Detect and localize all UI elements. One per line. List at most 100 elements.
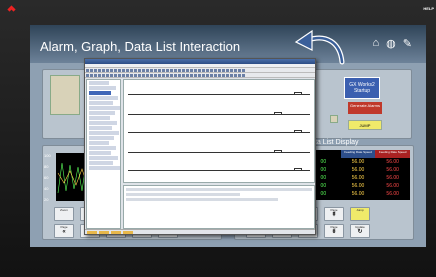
table-row[interactable]: 00 56.00 56.00 [306, 166, 410, 174]
gx-works2-startup-button[interactable]: GX Works2 Startup [344, 77, 380, 99]
toolbar-icon[interactable] [206, 69, 209, 72]
toolbar-icon[interactable] [242, 69, 245, 72]
toolbar-icon[interactable] [166, 74, 169, 77]
control-button-page[interactable]: Page ⇞ [324, 207, 344, 221]
table-row[interactable]: 00 56.00 56.00 [306, 182, 410, 190]
tree-item[interactable] [89, 131, 119, 135]
toolbar-icon[interactable] [202, 69, 205, 72]
toolbar-icon[interactable] [118, 69, 121, 72]
toolbar-icon[interactable] [194, 74, 197, 77]
tree-item[interactable] [89, 96, 118, 100]
toolbar-secondary[interactable] [85, 73, 315, 78]
toolbar-icon[interactable] [158, 69, 161, 72]
toolbar-icon[interactable] [234, 74, 237, 77]
toolbar-icon[interactable] [94, 69, 97, 72]
toolbar-icon[interactable] [130, 74, 133, 77]
toolbar-icon[interactable] [210, 69, 213, 72]
globe-icon[interactable]: ◍ [386, 37, 396, 50]
toolbar-icon[interactable] [226, 74, 229, 77]
toolbar-icon[interactable] [190, 74, 193, 77]
toolbar-icon[interactable] [222, 69, 225, 72]
toolbar-icon[interactable] [102, 74, 105, 77]
ladder-editor[interactable] [123, 79, 315, 183]
toolbar-icon[interactable] [186, 69, 189, 72]
toolbar-icon[interactable] [186, 74, 189, 77]
toolbar-icon[interactable] [134, 74, 137, 77]
toolbar-icon[interactable] [142, 74, 145, 77]
taskbar[interactable] [85, 229, 315, 234]
control-button-update[interactable]: Update↻ [350, 224, 370, 238]
tree-item[interactable] [89, 91, 111, 95]
toolbar-icon[interactable] [138, 74, 141, 77]
toolbar-icon[interactable] [146, 74, 149, 77]
control-button-jump[interactable]: Jump [350, 207, 370, 221]
toolbar-icon[interactable] [106, 69, 109, 72]
toolbar-icon[interactable] [206, 74, 209, 77]
generate-alarms-button[interactable]: Generate Alarms [348, 102, 382, 114]
toolbar-icon[interactable] [178, 69, 181, 72]
toolbar-icon[interactable] [94, 74, 97, 77]
tree-item[interactable] [89, 111, 115, 115]
toolbar-icon[interactable] [158, 74, 161, 77]
wrench-icon[interactable]: ✎ [403, 37, 412, 50]
output-window[interactable] [123, 185, 315, 229]
tree-item[interactable] [89, 81, 109, 85]
tree-item[interactable] [89, 116, 110, 120]
table-row[interactable]: 00 56.00 56.00 [306, 190, 410, 198]
table-row[interactable]: 00 56.00 56.00 [306, 158, 410, 166]
toolbar-icon[interactable] [198, 69, 201, 72]
control-button-page[interactable]: Page ⇟ [324, 224, 344, 238]
toolbar-icon[interactable] [154, 74, 157, 77]
toolbar-icon[interactable] [230, 69, 233, 72]
tree-item[interactable] [89, 146, 116, 150]
toolbar-icon[interactable] [110, 74, 113, 77]
toolbar-icon[interactable] [170, 69, 173, 72]
toolbar-icon[interactable] [194, 69, 197, 72]
toolbar-icon[interactable] [242, 74, 245, 77]
toolbar-icon[interactable] [102, 69, 105, 72]
tree-item[interactable] [89, 101, 113, 105]
toolbar-icon[interactable] [190, 69, 193, 72]
toolbar-icon[interactable] [230, 74, 233, 77]
toolbar-icon[interactable] [90, 74, 93, 77]
toolbar-icon[interactable] [202, 74, 205, 77]
project-tree[interactable] [86, 79, 121, 229]
toolbar-icon[interactable] [222, 74, 225, 77]
toolbar-icon[interactable] [122, 69, 125, 72]
toolbar-icon[interactable] [114, 69, 117, 72]
toolbar-icon[interactable] [106, 74, 109, 77]
tree-item[interactable] [89, 86, 116, 90]
toolbar-icon[interactable] [226, 69, 229, 72]
toolbar-icon[interactable] [118, 74, 121, 77]
toolbar-icon[interactable] [182, 69, 185, 72]
toolbar-icon[interactable] [126, 74, 129, 77]
toolbar-icon[interactable] [174, 69, 177, 72]
scroll-down-button[interactable] [330, 115, 338, 123]
toolbar-icon[interactable] [162, 69, 165, 72]
toolbar-icon[interactable] [86, 69, 89, 72]
tree-item[interactable] [89, 141, 109, 145]
tree-item[interactable] [89, 106, 120, 110]
tree-item[interactable] [89, 156, 118, 160]
toolbar-icon[interactable] [154, 69, 157, 72]
toolbar-icon[interactable] [146, 69, 149, 72]
toolbar-icon[interactable] [234, 69, 237, 72]
toolbar-icon[interactable] [238, 74, 241, 77]
toolbar-icon[interactable] [126, 69, 129, 72]
toolbar-icon[interactable] [98, 69, 101, 72]
toolbar-icon[interactable] [90, 69, 93, 72]
toolbar-icon[interactable] [98, 74, 101, 77]
toolbar-icon[interactable] [210, 74, 213, 77]
control-button-zoom[interactable]: Zoom [54, 207, 74, 221]
toolbar-icon[interactable] [170, 74, 173, 77]
toolbar-icon[interactable] [198, 74, 201, 77]
toolbar-icon[interactable] [150, 69, 153, 72]
toolbar-icon[interactable] [174, 74, 177, 77]
toolbar-icon[interactable] [122, 74, 125, 77]
toolbar-icon[interactable] [86, 74, 89, 77]
help-button[interactable]: HELP [423, 6, 434, 11]
toolbar-icon[interactable] [166, 69, 169, 72]
toolbar-icon[interactable] [162, 74, 165, 77]
toolbar-icon[interactable] [142, 69, 145, 72]
toolbar-icon[interactable] [130, 69, 133, 72]
